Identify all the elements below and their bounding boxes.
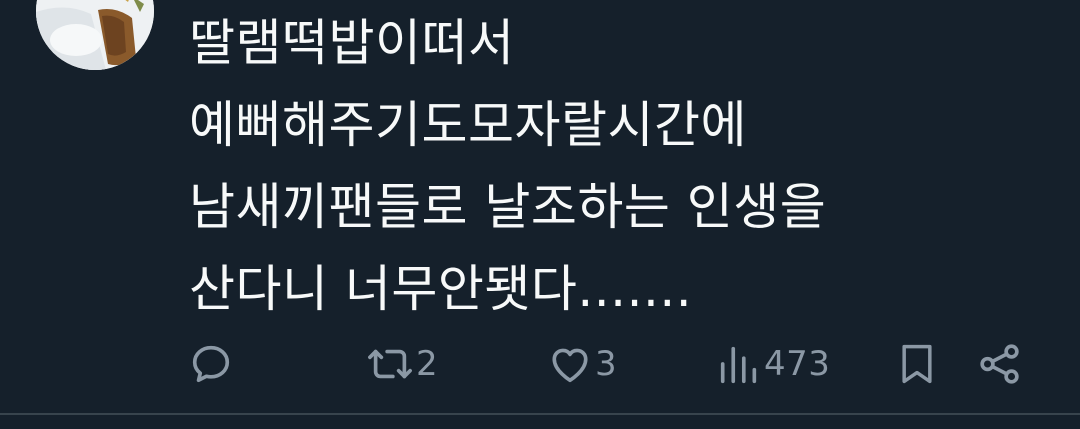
like-button[interactable]: 3 bbox=[547, 330, 617, 398]
avatar[interactable] bbox=[36, 0, 154, 70]
avatar-image bbox=[36, 0, 154, 70]
tweet-text: 딸램떡밥이떠서 예뻐해주기도모자랄시간에 남새끼팬들로 날조하는 인생을 산다니… bbox=[189, 14, 827, 318]
like-count: 3 bbox=[595, 344, 618, 384]
tweet-divider bbox=[0, 413, 1080, 415]
reply-button[interactable] bbox=[188, 330, 236, 398]
views-chart-icon bbox=[720, 346, 757, 384]
retweet-icon bbox=[368, 349, 412, 379]
heart-icon bbox=[552, 348, 588, 383]
reply-icon bbox=[192, 345, 230, 383]
share-icon bbox=[980, 344, 1019, 384]
retweet-button[interactable]: 2 bbox=[366, 330, 438, 398]
bookmark-icon bbox=[902, 344, 932, 384]
bookmark-button[interactable] bbox=[895, 330, 939, 398]
retweet-count: 2 bbox=[416, 344, 439, 384]
tweet-action-bar: 2 3 473 bbox=[0, 330, 1080, 398]
views-count: 473 bbox=[764, 344, 831, 384]
share-button[interactable] bbox=[977, 330, 1023, 398]
views-button[interactable]: 473 bbox=[716, 330, 830, 398]
